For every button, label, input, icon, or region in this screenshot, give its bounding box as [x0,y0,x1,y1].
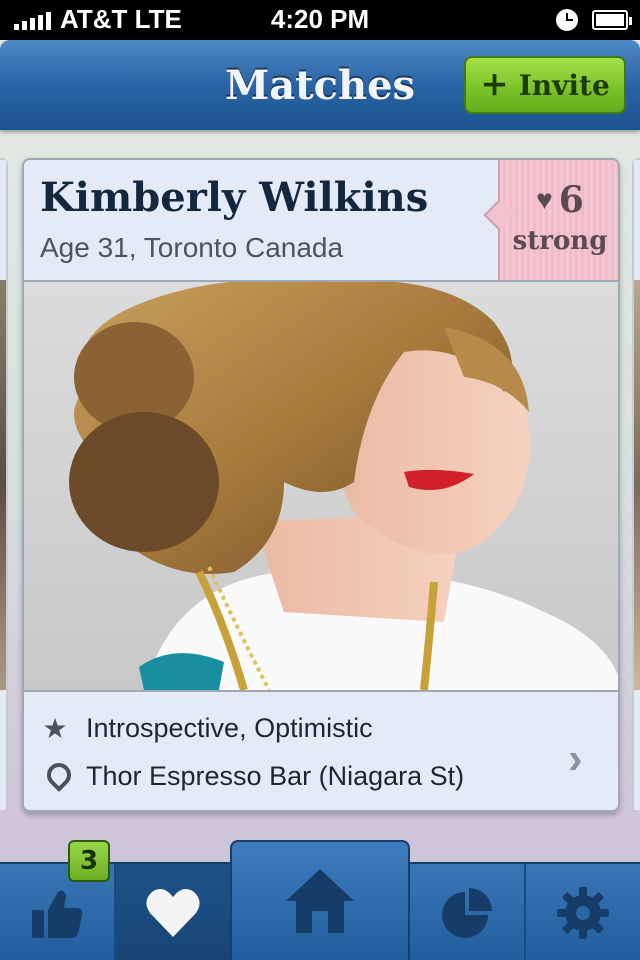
tab-settings[interactable] [526,864,640,960]
thumbs-up-icon [32,890,83,938]
profile-photo-illustration [24,282,618,690]
match-details: Age 31, Toronto Canada [40,232,344,263]
location-pin-icon [42,761,68,791]
match-name: Kimberly Wilkins [40,174,429,221]
likes-count-badge: 3 [68,840,110,882]
strength-label: strong [512,226,608,256]
tab-stats[interactable] [410,864,526,960]
chevron-right-icon[interactable]: › [568,734,583,784]
invite-button[interactable]: + Invite [464,56,626,114]
battery-icon [592,10,632,30]
location-row: Thor Espresso Bar (Niagara St) [42,756,464,796]
pie-chart-icon [442,888,492,938]
navigation-bar: Matches + Invite [0,40,640,130]
home-icon [286,869,354,933]
star-icon: ★ [42,712,68,744]
match-card[interactable]: Kimberly Wilkins Age 31, Toronto Canada … [22,158,620,812]
invite-button-label: Invite [518,68,610,102]
previous-match-card[interactable] [0,158,8,810]
plus-icon: + [480,64,509,104]
match-strength-badge: ♥ 6 strong [498,160,618,282]
traits-text: Introspective, Optimistic [86,712,373,743]
tab-favorites[interactable] [116,864,232,960]
profile-photo[interactable] [24,282,618,690]
tab-home[interactable] [230,840,410,960]
gear-icon [557,887,609,939]
strength-count: 6 [558,179,584,221]
location-text: Thor Espresso Bar (Niagara St) [86,760,465,791]
heart-icon: ♥ [536,184,553,215]
heart-icon [146,888,200,937]
traits-row: ★ Introspective, Optimistic [42,708,373,748]
match-card-footer: ★ Introspective, Optimistic Thor Espress… [24,690,618,810]
status-bar: AT&T LTE 4:20 PM [0,0,640,40]
next-match-card[interactable] [632,158,640,810]
status-time: 4:20 PM [270,4,370,34]
alarm-clock-icon [556,9,578,31]
match-card-header: Kimberly Wilkins Age 31, Toronto Canada [24,160,498,282]
